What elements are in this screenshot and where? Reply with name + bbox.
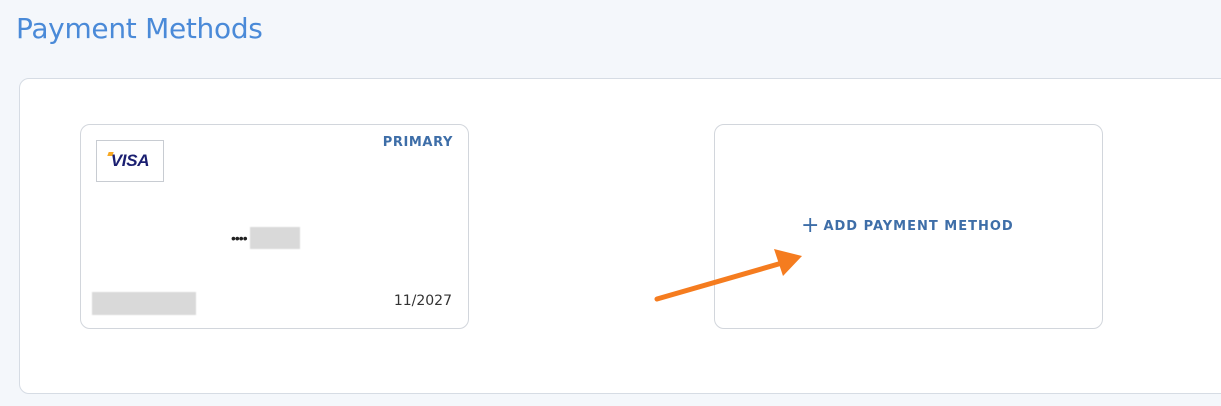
page-title: Payment Methods bbox=[16, 12, 263, 45]
redacted-cardholder-name bbox=[92, 292, 196, 315]
annotation-arrow-icon bbox=[654, 249, 802, 302]
primary-badge: PRIMARY bbox=[382, 135, 453, 150]
card-number: •••• bbox=[231, 227, 300, 249]
card-brand: VISA bbox=[110, 151, 150, 170]
card-expiry: 11/2027 bbox=[393, 293, 452, 309]
masked-card-digits: •••• bbox=[231, 230, 248, 246]
add-payment-method-label: ADD PAYMENT METHOD bbox=[823, 218, 1014, 234]
plus-icon: + bbox=[801, 213, 820, 238]
add-payment-method-link[interactable]: + ADD PAYMENT METHOD bbox=[801, 215, 1014, 237]
payment-methods-panel: VISA PRIMARY •••• 11/2027 + ADD PAYMENT … bbox=[19, 78, 1221, 394]
visa-logo-icon: VISA bbox=[96, 140, 164, 182]
payment-card-visa[interactable]: VISA PRIMARY •••• 11/2027 bbox=[80, 124, 469, 329]
redacted-last-four bbox=[249, 227, 300, 249]
